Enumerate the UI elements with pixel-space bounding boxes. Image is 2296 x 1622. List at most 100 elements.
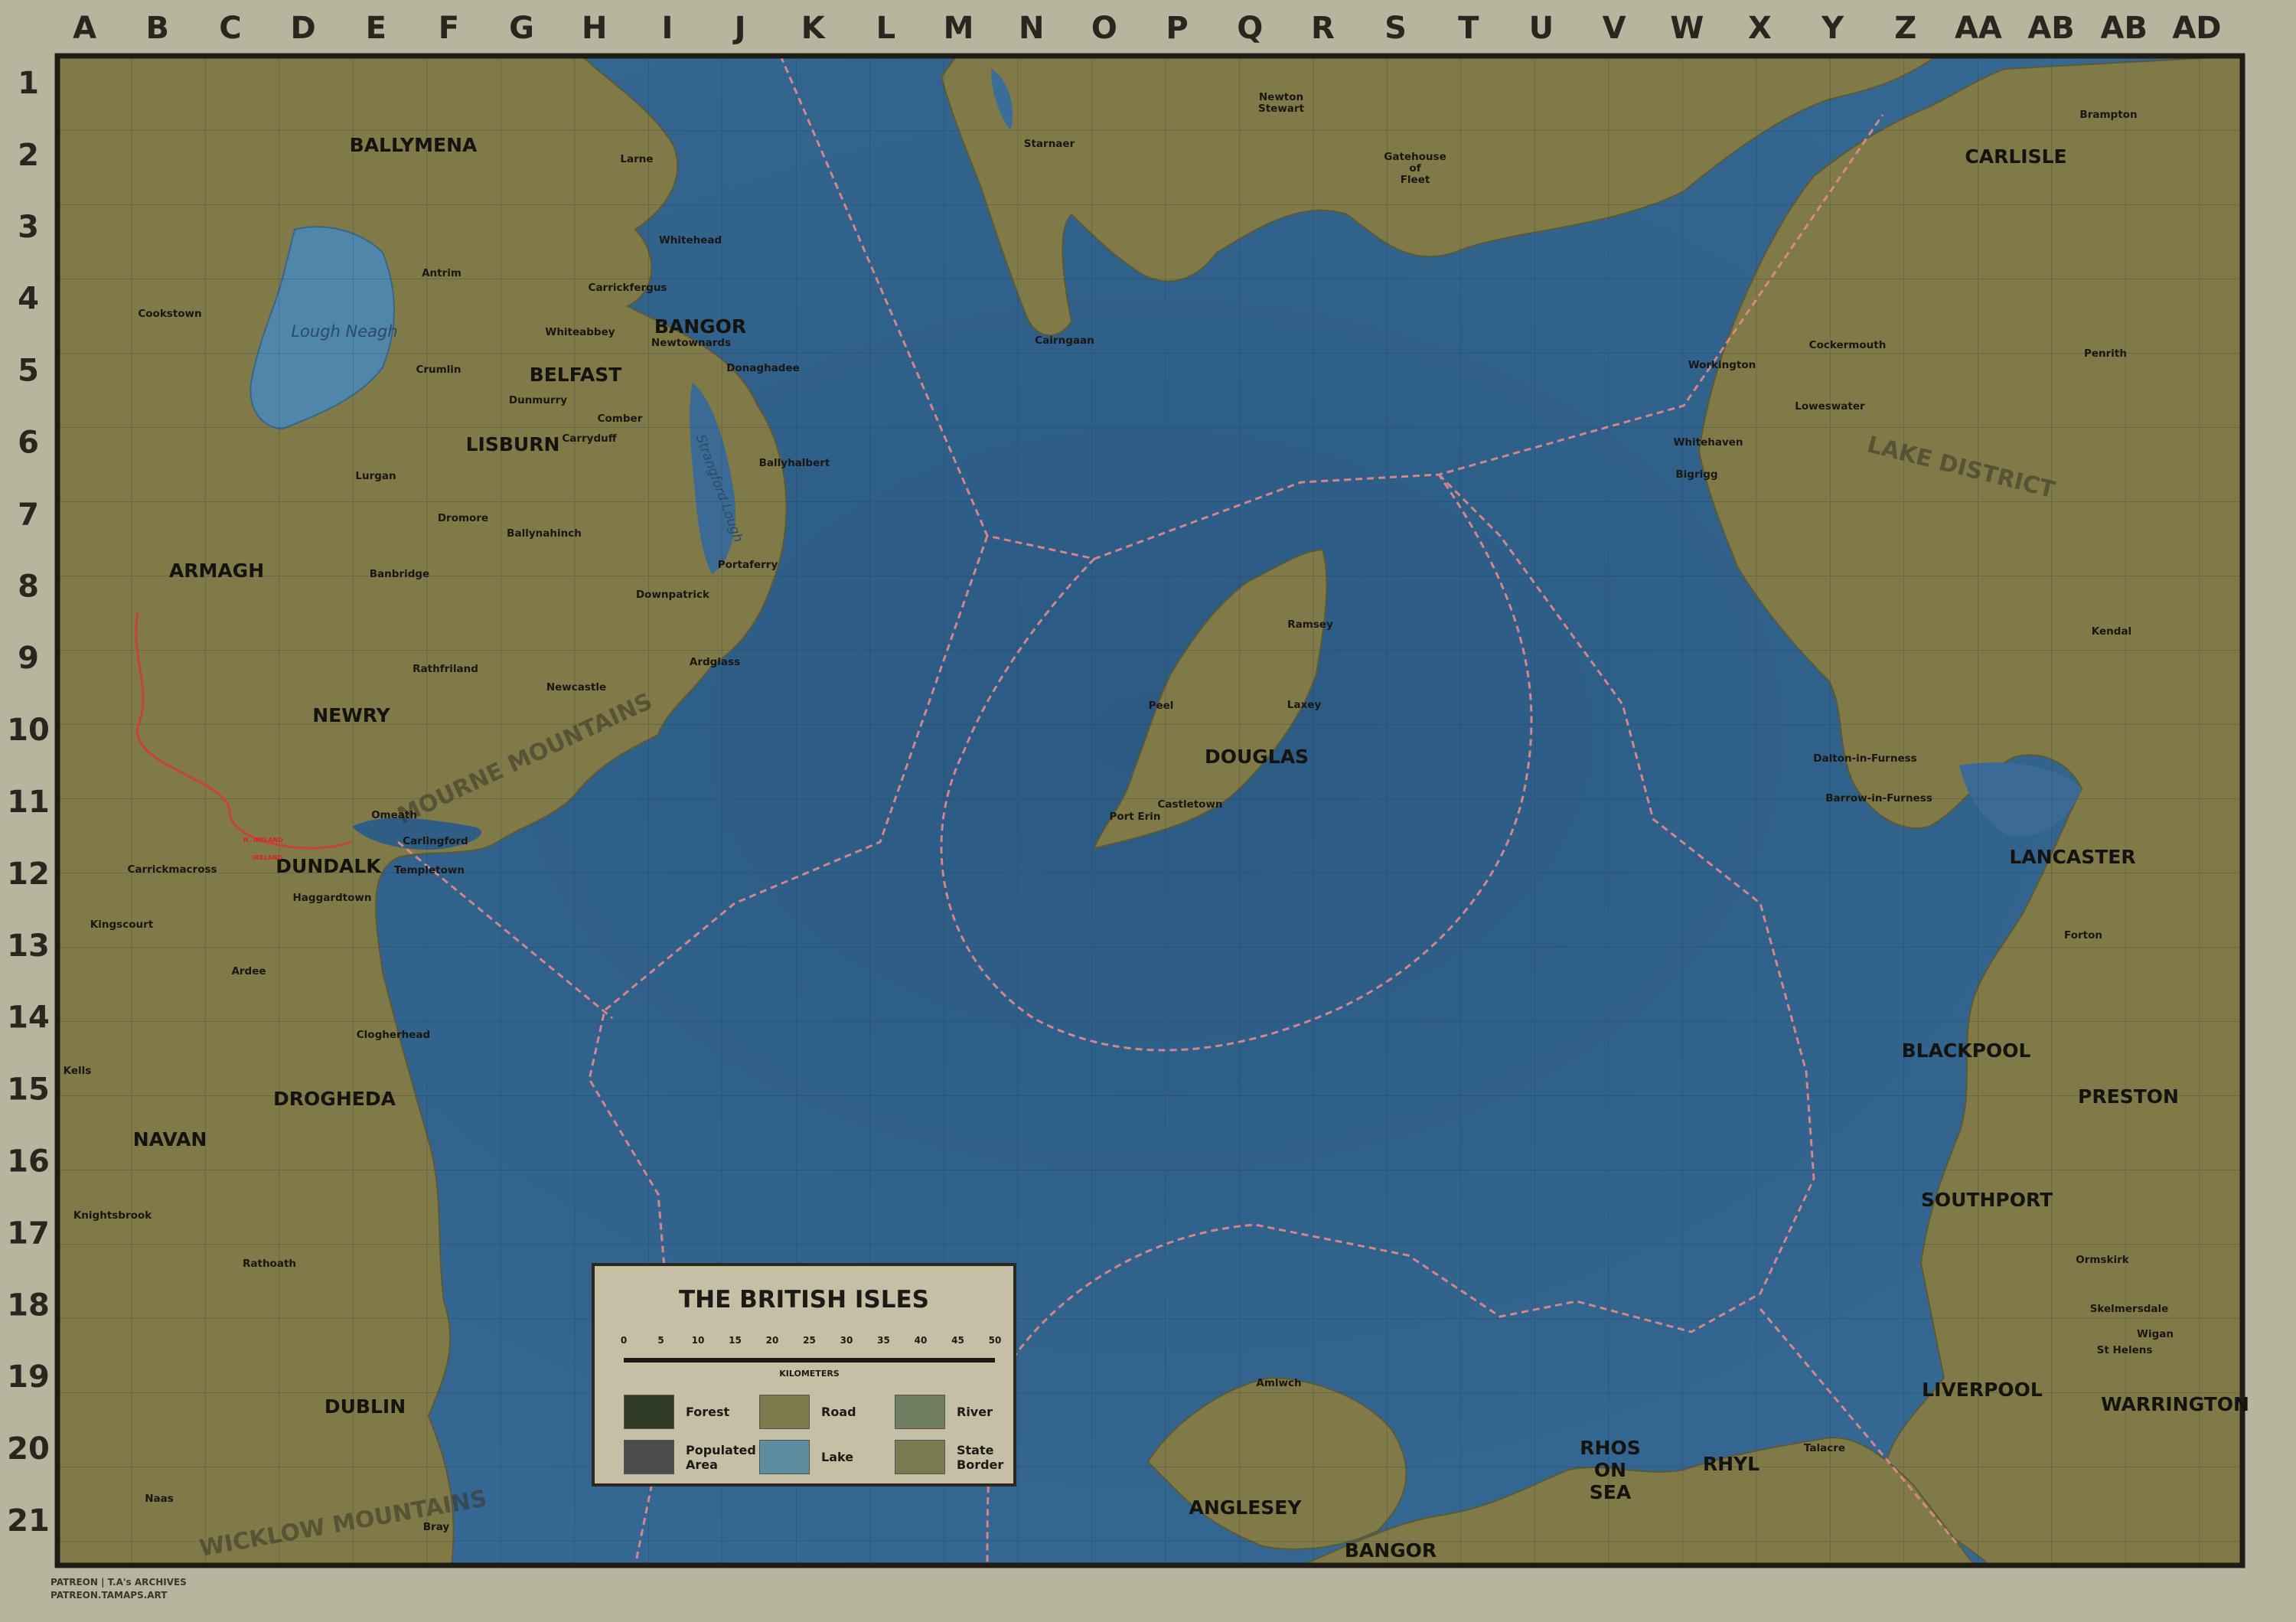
town-label: Cairngaan xyxy=(1035,335,1094,347)
credit-url: PATREON.TAMAPS.ART xyxy=(51,1590,168,1601)
column-label: I xyxy=(661,11,673,46)
credit-archives: PATREON | T.A's ARCHIVES xyxy=(51,1577,187,1588)
column-label: K xyxy=(801,11,827,46)
town-label: Kingscourt xyxy=(90,919,154,931)
scale-ticks: 0 5 10 15 20 25 30 35 40 45 50 xyxy=(620,1335,1002,1350)
column-label: N xyxy=(1019,11,1044,46)
town-label: Dalton-in-Furness xyxy=(1813,752,1916,765)
column-label: E xyxy=(366,11,386,46)
town-label: Brampton xyxy=(2079,109,2137,121)
legend-populated-area: Populated Area xyxy=(624,1440,756,1474)
column-label: P xyxy=(1166,11,1188,46)
row-label: 16 xyxy=(7,1144,50,1180)
city-belfast: BELFAST xyxy=(530,364,622,386)
map-canvas: A B C D E F G H I J K L M N O P Q R S T U V W X Y Z AA AB AB AD 12345… xyxy=(0,0,2296,1622)
row-label: 12 xyxy=(7,857,50,892)
column-label: AB xyxy=(2101,11,2148,46)
town-label: Carlingford xyxy=(403,835,468,847)
legend-label: Forest xyxy=(686,1405,730,1419)
town-label: Rathfriland xyxy=(413,663,478,675)
city-bangor-ni: BANGOR xyxy=(654,315,746,338)
scale-tick: 15 xyxy=(729,1335,742,1346)
town-label: Carryduff xyxy=(562,432,617,445)
town-label: Cookstown xyxy=(138,308,201,320)
city-dublin: DUBLIN xyxy=(325,1395,406,1418)
city-navan: NAVAN xyxy=(133,1128,207,1150)
column-label: U xyxy=(1529,11,1554,46)
town-label: Clogherhead xyxy=(357,1029,430,1041)
legend-forest: Forest xyxy=(624,1395,729,1429)
town-label: Starnaer xyxy=(1024,138,1075,150)
row-label: 5 xyxy=(18,354,39,389)
city-carlisle: CARLISLE xyxy=(1965,145,2066,168)
city-drogheda: DROGHEDA xyxy=(273,1088,396,1110)
column-label: T xyxy=(1458,11,1479,46)
scale-unit: KILOMETERS xyxy=(779,1369,840,1379)
town-label: Peel xyxy=(1149,700,1174,712)
water-lough-neagh: Lough Neagh xyxy=(291,322,397,341)
column-label: D xyxy=(290,11,315,46)
town-label: Dromore xyxy=(438,512,488,524)
row-label: 13 xyxy=(7,928,50,964)
city-warrington: WARRINGTON xyxy=(2101,1393,2249,1415)
column-label: C xyxy=(219,11,241,46)
column-label: AB xyxy=(2027,11,2074,46)
town-label: Newtownards xyxy=(651,337,731,349)
column-label: V xyxy=(1603,11,1626,46)
row-label: 1 xyxy=(18,66,39,101)
scale-line xyxy=(624,1358,995,1363)
town-label: Larne xyxy=(620,153,653,165)
town-label: Castletown xyxy=(1157,798,1222,811)
scale-tick: 10 xyxy=(691,1335,705,1346)
row-label: 11 xyxy=(7,785,50,820)
row-label: 15 xyxy=(7,1072,50,1108)
row-label: 18 xyxy=(7,1287,50,1323)
town-label: Laxey xyxy=(1287,699,1322,711)
column-label: R xyxy=(1311,11,1335,46)
scale-tick: 0 xyxy=(620,1335,628,1346)
town-label: Antrim xyxy=(422,267,461,279)
city-armagh: ARMAGH xyxy=(169,560,264,582)
city-newry: NEWRY xyxy=(312,704,390,726)
scale-tick: 5 xyxy=(657,1335,664,1346)
legend-label: River xyxy=(957,1405,993,1419)
town-label: Crumlin xyxy=(416,364,461,376)
town-label: Whitehead xyxy=(659,234,722,246)
town-label: Newcastle xyxy=(546,681,606,694)
city-dundalk: DUNDALK xyxy=(276,855,382,877)
forest-swatch xyxy=(624,1395,674,1429)
city-ballymena: BALLYMENA xyxy=(350,134,478,156)
column-label: W xyxy=(1670,11,1704,46)
town-label: Skelmersdale xyxy=(2090,1303,2169,1315)
road-swatch xyxy=(759,1395,810,1429)
row-label: 20 xyxy=(7,1431,50,1467)
city-lancaster: LANCASTER xyxy=(2009,846,2135,868)
legend-river: River xyxy=(895,1395,993,1429)
legend-road: Road xyxy=(759,1395,856,1429)
town-label: Kendal xyxy=(2092,625,2131,638)
border-label-n-ireland: N. IRELAND xyxy=(243,837,283,844)
town-label: Penrith xyxy=(2084,348,2127,360)
row-label: 21 xyxy=(7,1503,50,1539)
scale-tick: 30 xyxy=(840,1335,853,1346)
town-label: Bray xyxy=(423,1521,450,1533)
city-liverpool: LIVERPOOL xyxy=(1922,1379,2043,1401)
legend-label: Road xyxy=(821,1405,856,1419)
scale-bar: 0 5 10 15 20 25 30 35 40 45 50 KILOMETERS xyxy=(620,1335,1002,1381)
row-label: 4 xyxy=(18,282,39,317)
column-label: G xyxy=(509,11,534,46)
city-preston: PRESTON xyxy=(2078,1085,2179,1108)
town-label: Loweswater xyxy=(1795,400,1865,413)
town-label: Ardglass xyxy=(690,656,740,668)
town-label: Carrickfergus xyxy=(589,282,667,294)
column-label: S xyxy=(1384,11,1407,46)
town-label: Ormskirk xyxy=(2076,1254,2129,1266)
column-label: Q xyxy=(1237,11,1263,46)
row-label: 9 xyxy=(18,641,39,676)
city-bangor-wales: BANGOR xyxy=(1345,1539,1437,1562)
row-label: 10 xyxy=(7,713,50,748)
column-label: Y xyxy=(1821,11,1844,46)
town-label: St Helens xyxy=(2097,1344,2153,1356)
town-label: Newton Stewart xyxy=(1258,91,1305,115)
town-label: Whitehaven xyxy=(1673,436,1743,449)
